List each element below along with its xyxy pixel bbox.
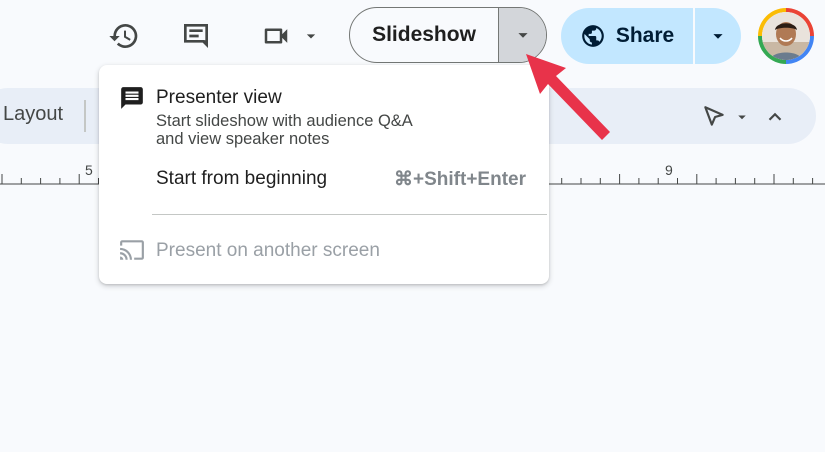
keyboard-shortcut: ⌘+Shift+Enter (394, 169, 526, 190)
select-tool-button[interactable] (696, 100, 756, 134)
chevron-up-icon (768, 112, 782, 121)
collapse-toolbar-button[interactable] (760, 102, 790, 132)
share-label: Share (615, 24, 675, 47)
menu-item-presenter-view[interactable]: Presenter view Start slideshow with audi… (99, 79, 549, 151)
ruler-label: 5 (85, 162, 93, 178)
menu-item-start-from-beginning[interactable]: Start from beginning ⌘+Shift+Enter (99, 159, 549, 199)
menu-item-title: Present on another screen (156, 240, 380, 261)
cursor-icon (704, 106, 724, 126)
meet-video-icon (264, 28, 288, 44)
slideshow-button-group: Slideshow (349, 7, 547, 63)
menu-item-description: and view speaker notes (156, 130, 330, 148)
chevron-down-icon (517, 33, 528, 38)
menu-item-present-on-another-screen: Present on another screen (99, 229, 549, 271)
chevron-down-icon (738, 115, 746, 120)
meet-video-button[interactable] (254, 16, 326, 56)
layout-button[interactable]: Layout (3, 103, 63, 126)
ruler-label: 9 (665, 162, 673, 178)
share-options-button[interactable] (695, 8, 741, 64)
menu-item-title: Presenter view (156, 87, 282, 108)
annotation-arrow (526, 54, 610, 140)
comments-icon (184, 24, 208, 48)
globe-icon (581, 25, 604, 47)
chevron-down-icon (306, 34, 316, 39)
cast-icon (120, 240, 144, 260)
slideshow-dropdown-menu: Presenter view Start slideshow with audi… (99, 65, 549, 284)
version-history-button[interactable] (104, 16, 144, 56)
menu-divider (152, 214, 547, 215)
presenter-notes-icon (121, 87, 143, 109)
account-avatar[interactable] (758, 8, 814, 64)
version-history-icon (109, 24, 138, 48)
slideshow-button[interactable]: Slideshow (350, 8, 498, 62)
avatar-photo (762, 12, 810, 60)
menu-item-title: Start from beginning (156, 168, 328, 189)
menu-item-description: Start slideshow with audience Q&A (156, 112, 413, 130)
toolbar-divider (84, 100, 86, 132)
chevron-down-icon (713, 34, 723, 39)
comments-button[interactable] (176, 16, 216, 56)
